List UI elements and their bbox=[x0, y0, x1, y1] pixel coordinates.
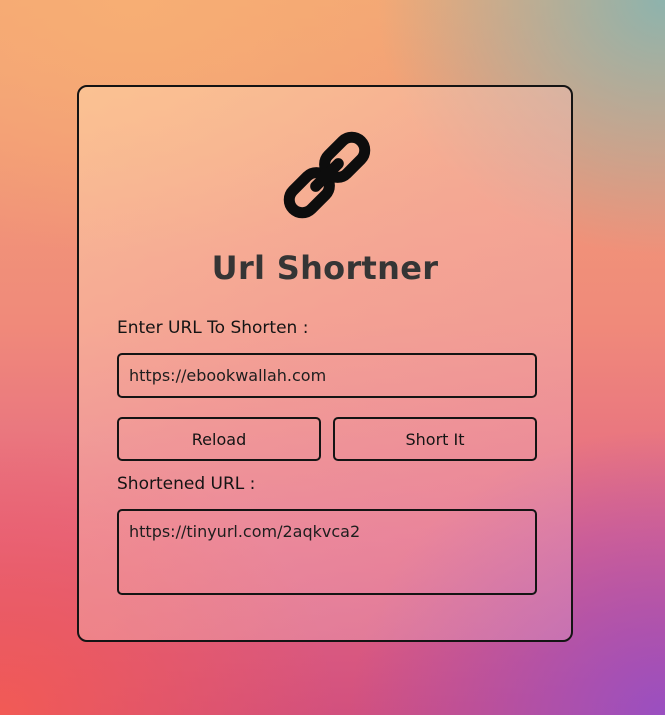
url-input-label: Enter URL To Shorten : bbox=[117, 318, 309, 338]
page-title: Url Shortner bbox=[211, 249, 439, 287]
url-shortener-card: Url Shortner Enter URL To Shorten : Relo… bbox=[77, 85, 573, 642]
url-input[interactable] bbox=[117, 353, 537, 398]
shortened-url-label: Shortened URL : bbox=[117, 474, 256, 494]
shortened-url-output[interactable]: https://tinyurl.com/2aqkvca2 bbox=[117, 509, 537, 595]
reload-button[interactable]: Reload bbox=[117, 417, 321, 461]
short-it-button[interactable]: Short It bbox=[333, 417, 537, 461]
link-icon bbox=[283, 131, 371, 219]
